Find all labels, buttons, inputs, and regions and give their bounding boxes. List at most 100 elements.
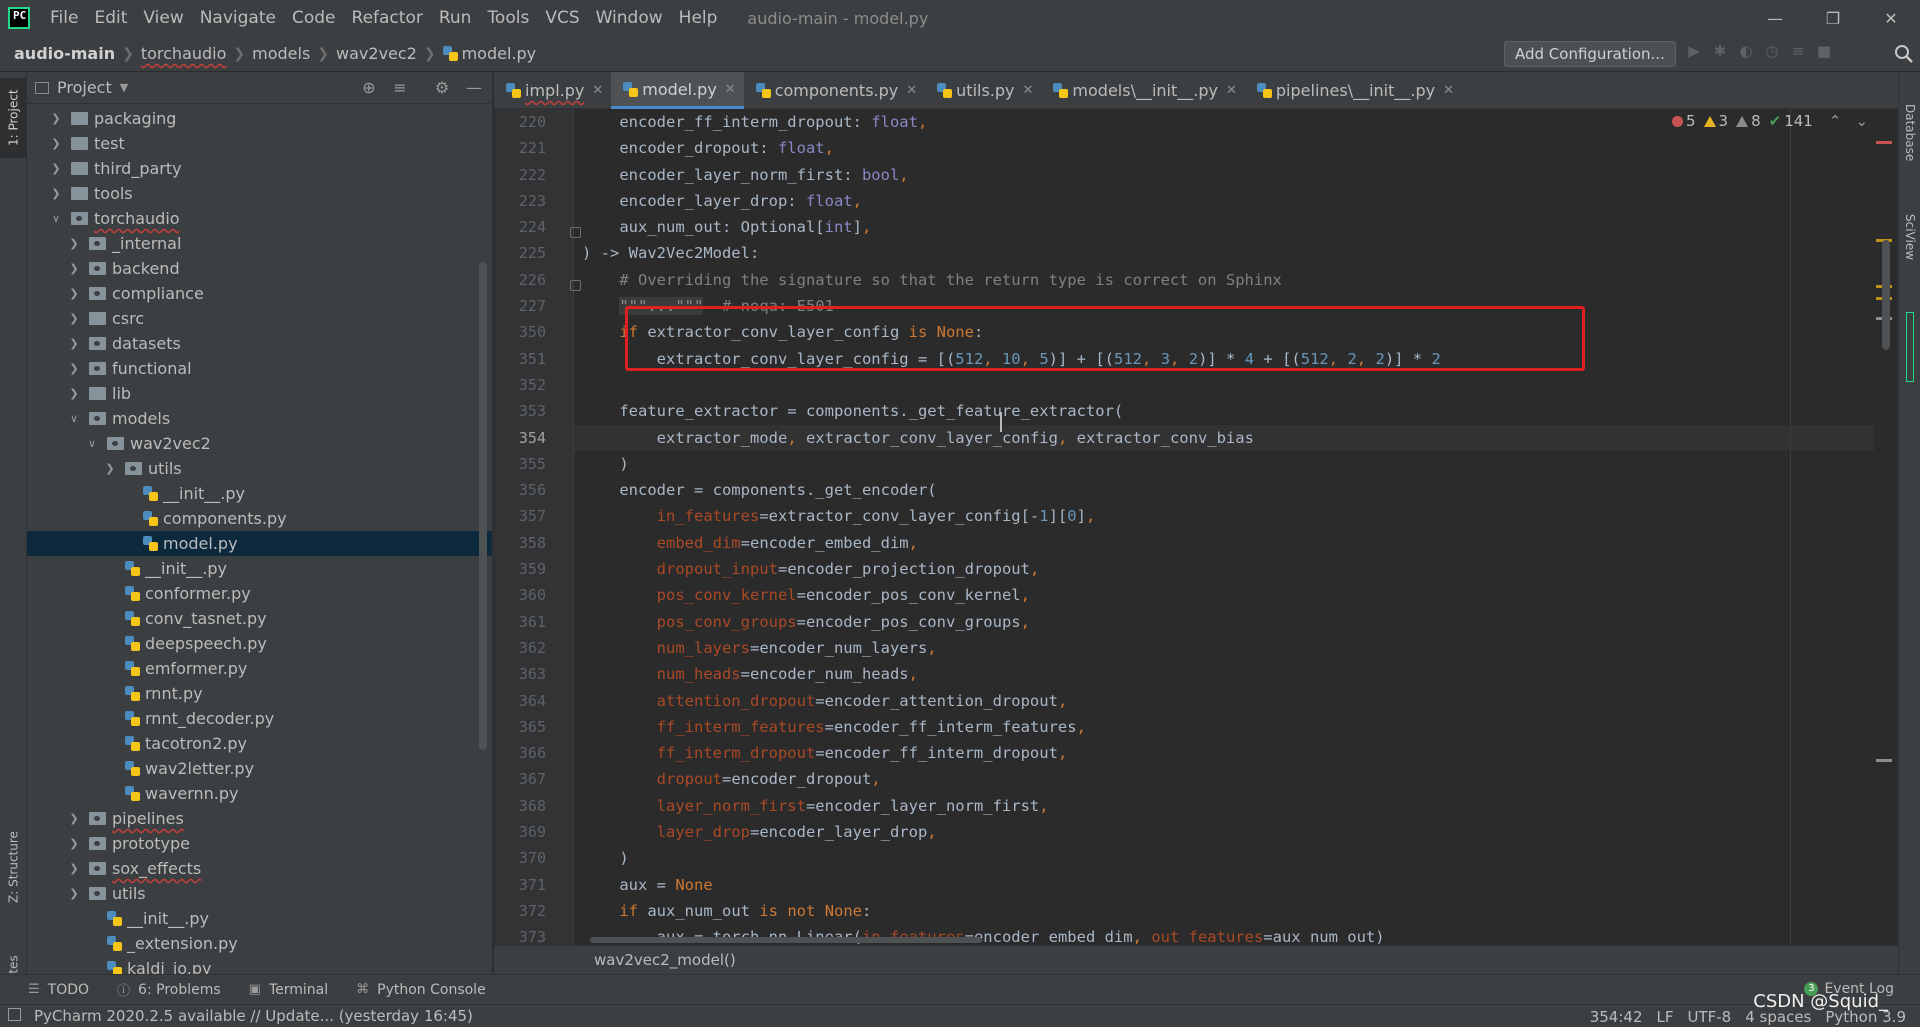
bottom-tab[interactable]: ☰ TODO [28,980,89,999]
weak-warning-count[interactable]: 8 [1736,112,1761,130]
breadcrumb-item[interactable]: models [252,44,310,63]
code-line[interactable]: pos_conv_kernel=encoder_pos_conv_kernel, [574,582,1874,608]
tree-file-item[interactable]: tacotron2.py [27,731,492,756]
tree-file-item[interactable]: rnnt_decoder.py [27,706,492,731]
weak-warning-stripe-mark[interactable] [1876,759,1892,762]
line-number[interactable]: 359 [494,556,546,582]
tree-folder-item[interactable]: ❯ csrc [27,306,492,331]
tree-file-item[interactable]: kaldi_io.py [27,956,492,974]
menu-vcs[interactable]: VCS [537,0,587,36]
chevron-right-icon[interactable]: ❯ [103,462,117,475]
close-tab-icon[interactable]: ✕ [592,83,603,98]
line-number[interactable]: 360 [494,582,546,608]
tree-file-item[interactable]: __init__.py [27,556,492,581]
code-line[interactable]: encoder_layer_drop: float, [574,188,1874,214]
tree-folder-item[interactable]: ❯ third_party [27,156,492,181]
line-number[interactable]: 226 [494,267,546,293]
tree-folder-item[interactable]: ❯ sox_effects [27,856,492,881]
search-icon[interactable] [1894,44,1914,64]
code-line[interactable]: ff_interm_dropout=encoder_ff_interm_drop… [574,740,1874,766]
line-number[interactable]: 369 [494,819,546,845]
line-number[interactable]: 354 [494,425,546,451]
editor-tab[interactable]: impl.py ✕ [494,72,611,109]
line-number[interactable]: 220 [494,109,546,135]
profile-icon[interactable]: ◷ [1763,42,1781,60]
minimize-button[interactable]: — [1746,0,1804,36]
tree-folder-item[interactable]: ❯ utils [27,456,492,481]
add-configuration-button[interactable]: Add Configuration... [1504,41,1676,67]
menu-edit[interactable]: Edit [86,0,135,36]
caret-position[interactable]: 354:42 [1590,1008,1643,1026]
tree-file-item[interactable]: wavernn.py [27,781,492,806]
close-tab-icon[interactable]: ✕ [906,83,917,98]
line-number[interactable]: 362 [494,635,546,661]
line-number[interactable]: 364 [494,688,546,714]
tree-folder-item[interactable]: ∨ torchaudio [27,206,492,231]
tree-folder-item[interactable]: ❯ compliance [27,281,492,306]
chevron-right-icon[interactable]: ❯ [49,187,63,200]
line-number[interactable]: 365 [494,714,546,740]
line-number[interactable]: 350 [494,319,546,345]
menu-navigate[interactable]: Navigate [192,0,284,36]
tree-folder-item[interactable]: ❯ prototype [27,831,492,856]
tab-database[interactable]: Database [1899,88,1920,178]
code-line[interactable]: ) [574,451,1874,477]
editor-breadcrumb[interactable]: wav2vec2_model() [494,945,1898,974]
line-number[interactable]: 223 [494,188,546,214]
chevron-right-icon[interactable]: ❯ [49,162,63,175]
menu-file[interactable]: File [42,0,86,36]
line-number[interactable]: 361 [494,609,546,635]
tree-file-item[interactable]: components.py [27,506,492,531]
tree-file-item[interactable]: emformer.py [27,656,492,681]
tree-file-item[interactable]: conv_tasnet.py [27,606,492,631]
error-count[interactable]: 5 [1672,112,1696,130]
error-stripe[interactable] [1876,109,1894,945]
code-line[interactable]: in_features=extractor_conv_layer_config[… [574,503,1874,529]
code-line[interactable]: num_layers=encoder_num_layers, [574,635,1874,661]
breadcrumb-item[interactable]: model.py [462,44,537,63]
chevron-right-icon[interactable]: ❯ [67,287,81,300]
tree-file-item[interactable]: model.py [27,531,492,556]
tree-folder-item[interactable]: ❯ packaging [27,106,492,131]
coverage-icon[interactable]: ◐ [1737,42,1755,60]
warning-count[interactable]: 3 [1703,112,1728,130]
editor-scrollbar[interactable] [1882,240,1890,350]
build-icon[interactable]: ≡ [1789,42,1807,60]
tree-file-item[interactable]: wav2letter.py [27,756,492,781]
menu-refactor[interactable]: Refactor [344,0,431,36]
breadcrumb-item[interactable]: torchaudio [141,44,227,63]
tree-scrollbar[interactable] [479,262,487,750]
toggle-tool-windows-icon[interactable] [8,1008,21,1021]
code-line[interactable]: encoder = components._get_encoder( [574,477,1874,503]
line-number[interactable]: 371 [494,872,546,898]
chevron-right-icon[interactable]: ❯ [67,887,81,900]
code-line[interactable]: feature_extractor = components._get_feat… [574,398,1874,424]
chevron-right-icon[interactable]: ❯ [67,262,81,275]
tree-folder-item[interactable]: ❯ datasets [27,331,492,356]
line-number[interactable]: 224 [494,214,546,240]
tree-folder-item[interactable]: ❯ pipelines [27,806,492,831]
menu-view[interactable]: View [135,0,191,36]
tree-folder-item[interactable]: ❯ functional [27,356,492,381]
code-line[interactable]: ) -> Wav2Vec2Model: [574,240,1874,266]
locate-icon[interactable]: ⊕ [360,79,378,97]
status-message[interactable]: PyCharm 2020.2.5 available // Update... … [34,1007,473,1025]
code-area[interactable]: encoder_ff_interm_dropout: float, encode… [574,109,1874,945]
tree-folder-item[interactable]: ∨ models [27,406,492,431]
stop-icon[interactable]: ■ [1815,42,1833,60]
editor-tab[interactable]: components.py ✕ [744,72,925,109]
code-line[interactable]: dropout_input=encoder_projection_dropout… [574,556,1874,582]
code-line[interactable]: extractor_mode, extractor_conv_layer_con… [574,424,1874,451]
ok-count[interactable]: ✔ 141 [1769,112,1813,130]
code-editor[interactable]: 220 221 222 223 224 225 226 227 350 351 352 353 354 3… [494,109,1898,945]
menu-window[interactable]: Window [588,0,671,36]
editor-horizontal-scrollbar[interactable] [590,937,982,943]
menu-run[interactable]: Run [431,0,480,36]
line-separator[interactable]: LF [1657,1008,1674,1026]
chevron-right-icon[interactable]: ❯ [49,137,63,150]
line-number[interactable]: 351 [494,346,546,372]
breadcrumb-item[interactable]: audio-main [14,44,115,63]
code-line[interactable]: num_heads=encoder_num_heads, [574,661,1874,687]
chevron-down-icon[interactable]: ∨ [85,437,99,450]
line-number[interactable]: 355 [494,451,546,477]
